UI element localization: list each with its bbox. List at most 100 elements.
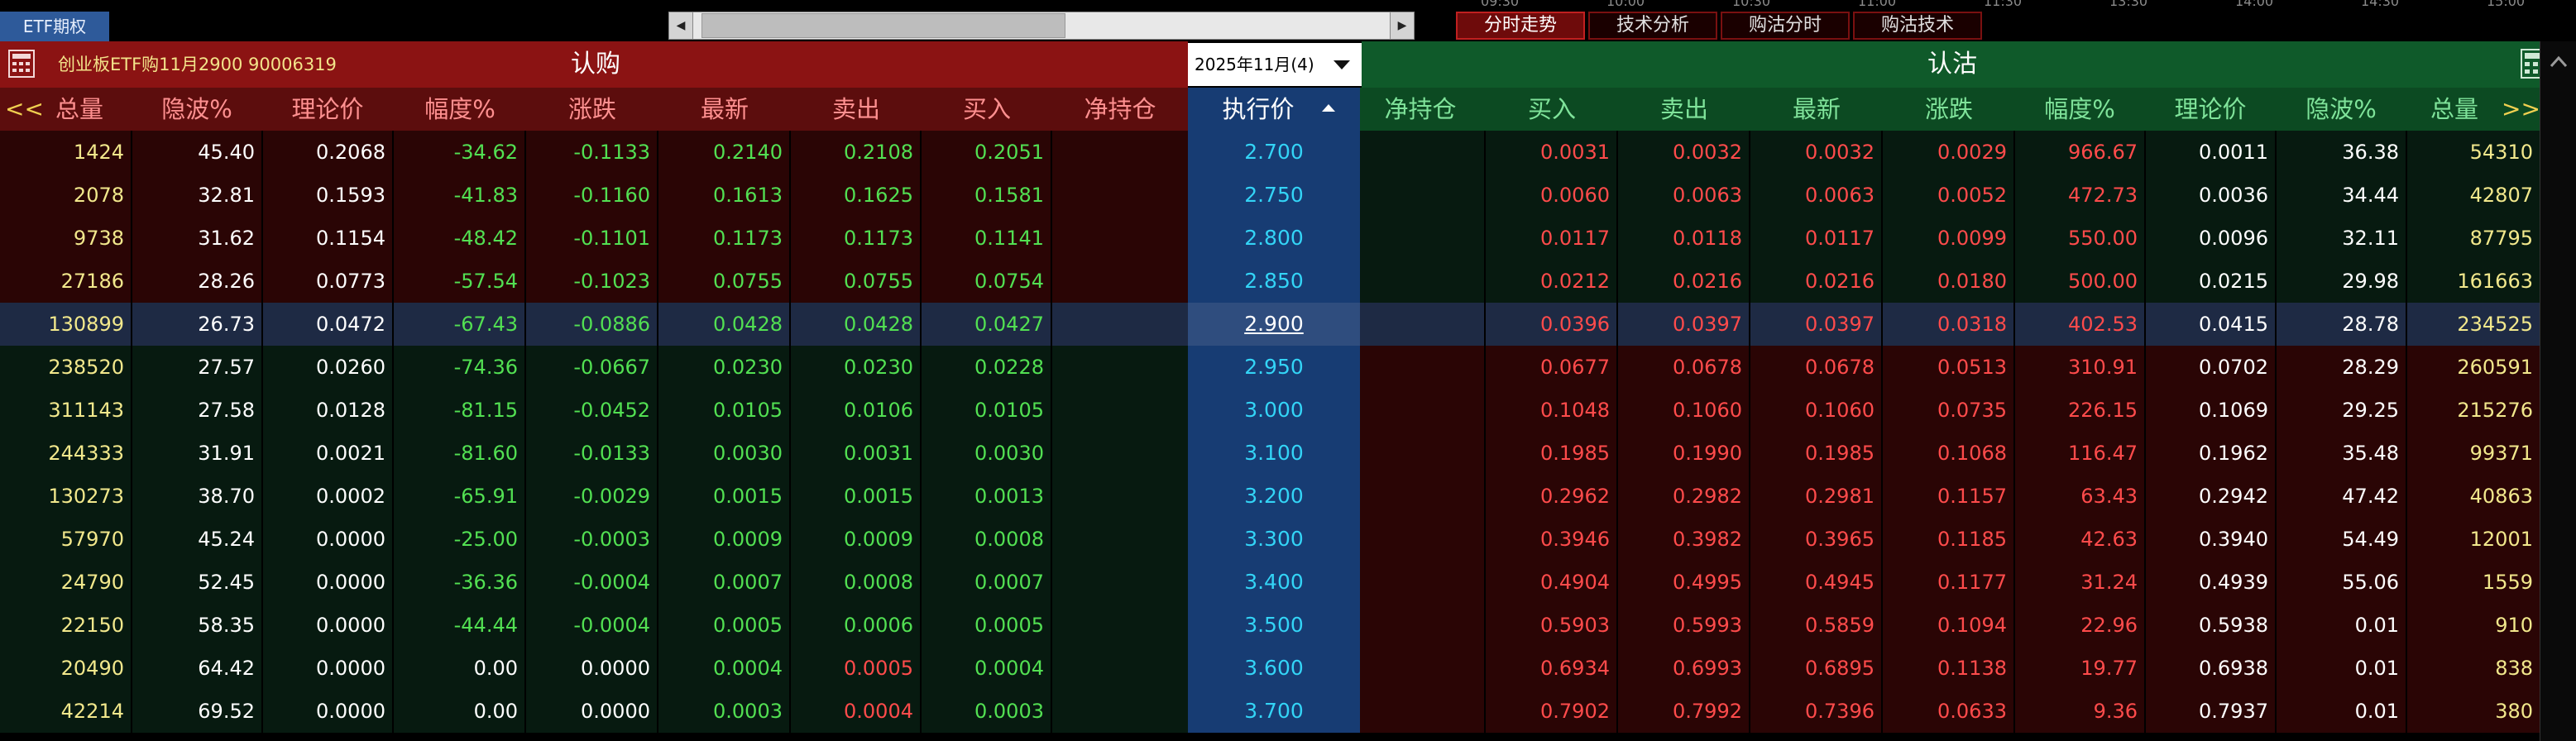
put-bid-cell[interactable]: 0.3946 — [1486, 518, 1616, 561]
call-iv-cell[interactable]: 45.40 — [132, 131, 261, 174]
call-chg-cell[interactable]: -0.0003 — [526, 518, 657, 561]
put-oi-cell[interactable] — [1360, 303, 1484, 346]
put-vol-cell[interactable]: 161663 — [2407, 260, 2540, 303]
call-bid-cell[interactable]: 0.0030 — [922, 432, 1051, 475]
put-last-cell[interactable]: 0.0216 — [1750, 260, 1881, 303]
call-iv-cell[interactable]: 45.24 — [132, 518, 261, 561]
call-iv-cell[interactable]: 26.73 — [132, 303, 261, 346]
put-ask-cell[interactable]: 0.3982 — [1618, 518, 1749, 561]
put-chg-cell[interactable]: 0.0029 — [1883, 131, 2013, 174]
call-vol-cell[interactable]: 2078 — [0, 174, 131, 217]
call-last-cell[interactable]: 0.0007 — [658, 561, 789, 604]
call-chg-cell[interactable]: 0.0000 — [526, 647, 657, 690]
call-chg-cell[interactable]: -0.0029 — [526, 475, 657, 518]
put-theo-cell[interactable]: 0.3940 — [2146, 518, 2275, 561]
call-oi-cell[interactable] — [1052, 217, 1188, 260]
call-ask-cell[interactable]: 0.1625 — [791, 174, 920, 217]
call-chg-cell[interactable]: 0.0000 — [526, 690, 657, 733]
call-ask-cell[interactable]: 0.0008 — [791, 561, 920, 604]
put-pct-cell[interactable]: 19.77 — [2015, 647, 2144, 690]
call-bid-cell[interactable]: 0.0008 — [922, 518, 1051, 561]
call-oi-cell[interactable] — [1052, 518, 1188, 561]
call-ask-cell[interactable]: 0.0031 — [791, 432, 920, 475]
put-vol-cell[interactable]: 380 — [2407, 690, 2540, 733]
call-pct-cell[interactable]: -36.36 — [394, 561, 524, 604]
call-pct-cell[interactable]: -41.83 — [394, 174, 524, 217]
call-pct-cell[interactable]: -57.54 — [394, 260, 524, 303]
put-pct-cell[interactable]: 31.24 — [2015, 561, 2144, 604]
call-vol-cell[interactable]: 24790 — [0, 561, 131, 604]
strike-price-cell[interactable]: 3.100 — [1188, 432, 1360, 475]
call-chg-cell[interactable]: -0.1133 — [526, 131, 657, 174]
put-bid-cell[interactable]: 0.5903 — [1486, 604, 1616, 647]
strike-price-cell[interactable]: 3.700 — [1188, 690, 1360, 733]
col-header-strike[interactable]: 执行价 — [1188, 88, 1329, 131]
call-last-cell[interactable]: 0.0015 — [658, 475, 789, 518]
put-pct-cell[interactable]: 63.43 — [2015, 475, 2144, 518]
call-theo-cell[interactable]: 0.0021 — [263, 432, 392, 475]
put-theo-cell[interactable]: 0.1962 — [2146, 432, 2275, 475]
put-iv-cell[interactable]: 54.49 — [2277, 518, 2406, 561]
call-chg-cell[interactable]: -0.1101 — [526, 217, 657, 260]
put-bid-cell[interactable]: 0.4904 — [1486, 561, 1616, 604]
call-oi-cell[interactable] — [1052, 432, 1188, 475]
put-theo-cell[interactable]: 0.0036 — [2146, 174, 2275, 217]
call-chg-cell[interactable]: -0.0004 — [526, 561, 657, 604]
call-ask-cell[interactable]: 0.0106 — [791, 389, 920, 432]
put-oi-cell[interactable] — [1360, 475, 1484, 518]
strike-price-cell[interactable]: 2.800 — [1188, 217, 1360, 260]
put-chg-cell[interactable]: 0.0180 — [1883, 260, 2013, 303]
put-ask-cell[interactable]: 0.1060 — [1618, 389, 1749, 432]
call-theo-cell[interactable]: 0.1593 — [263, 174, 392, 217]
call-chg-cell[interactable]: -0.1160 — [526, 174, 657, 217]
call-vol-cell[interactable]: 42214 — [0, 690, 131, 733]
put-iv-cell[interactable]: 28.78 — [2277, 303, 2406, 346]
scroll-right-button[interactable]: ▶ — [1390, 12, 1415, 40]
table-row[interactable]: 130899 26.73 0.0472 -67.43 -0.0886 0.0428 0.04… — [0, 303, 2540, 346]
call-theo-cell[interactable]: 0.0000 — [263, 690, 392, 733]
table-row[interactable]: 20490 64.42 0.0000 0.00 0.0000 0.0004 0.0005 0.… — [0, 647, 2540, 690]
put-theo-cell[interactable]: 0.0215 — [2146, 260, 2275, 303]
put-ask-cell[interactable]: 0.0397 — [1618, 303, 1749, 346]
call-bid-cell[interactable]: 0.0754 — [922, 260, 1051, 303]
call-iv-cell[interactable]: 31.91 — [132, 432, 261, 475]
put-chg-cell[interactable]: 0.0735 — [1883, 389, 2013, 432]
put-pct-cell[interactable]: 472.73 — [2015, 174, 2144, 217]
put-bid-cell[interactable]: 0.6934 — [1486, 647, 1616, 690]
col-header-call-iv[interactable]: 隐波% — [132, 88, 261, 131]
call-oi-cell[interactable] — [1052, 303, 1188, 346]
put-oi-cell[interactable] — [1360, 217, 1484, 260]
call-bid-cell[interactable]: 0.1141 — [922, 217, 1051, 260]
call-vol-cell[interactable]: 1424 — [0, 131, 131, 174]
put-last-cell[interactable]: 0.1985 — [1750, 432, 1881, 475]
call-pct-cell[interactable]: -81.60 — [394, 432, 524, 475]
call-last-cell[interactable]: 0.0030 — [658, 432, 789, 475]
put-oi-cell[interactable] — [1360, 432, 1484, 475]
put-pct-cell[interactable]: 966.67 — [2015, 131, 2144, 174]
call-oi-cell[interactable] — [1052, 475, 1188, 518]
put-theo-cell[interactable]: 0.2942 — [2146, 475, 2275, 518]
put-last-cell[interactable]: 0.5859 — [1750, 604, 1881, 647]
put-bid-cell[interactable]: 0.1048 — [1486, 389, 1616, 432]
col-header-call-last[interactable]: 最新 — [658, 88, 791, 131]
call-iv-cell[interactable]: 69.52 — [132, 690, 261, 733]
put-last-cell[interactable]: 0.7396 — [1750, 690, 1881, 733]
put-iv-cell[interactable]: 29.98 — [2277, 260, 2406, 303]
put-pct-cell[interactable]: 550.00 — [2015, 217, 2144, 260]
strike-price-cell[interactable]: 3.500 — [1188, 604, 1360, 647]
call-theo-cell[interactable]: 0.0128 — [263, 389, 392, 432]
call-last-cell[interactable]: 0.0003 — [658, 690, 789, 733]
call-ask-cell[interactable]: 0.0755 — [791, 260, 920, 303]
call-vol-cell[interactable]: 311143 — [0, 389, 131, 432]
call-last-cell[interactable]: 0.0009 — [658, 518, 789, 561]
call-bid-cell[interactable]: 0.2051 — [922, 131, 1051, 174]
put-iv-cell[interactable]: 55.06 — [2277, 561, 2406, 604]
put-ask-cell[interactable]: 0.6993 — [1618, 647, 1749, 690]
call-pct-cell[interactable]: -44.44 — [394, 604, 524, 647]
put-bid-cell[interactable]: 0.0117 — [1486, 217, 1616, 260]
put-iv-cell[interactable]: 47.42 — [2277, 475, 2406, 518]
table-row[interactable]: 1424 45.40 0.2068 -34.62 -0.1133 0.2140 0.2108… — [0, 131, 2540, 174]
put-pct-cell[interactable]: 226.15 — [2015, 389, 2144, 432]
strike-price-cell[interactable]: 3.000 — [1188, 389, 1360, 432]
call-last-cell[interactable]: 0.0428 — [658, 303, 789, 346]
